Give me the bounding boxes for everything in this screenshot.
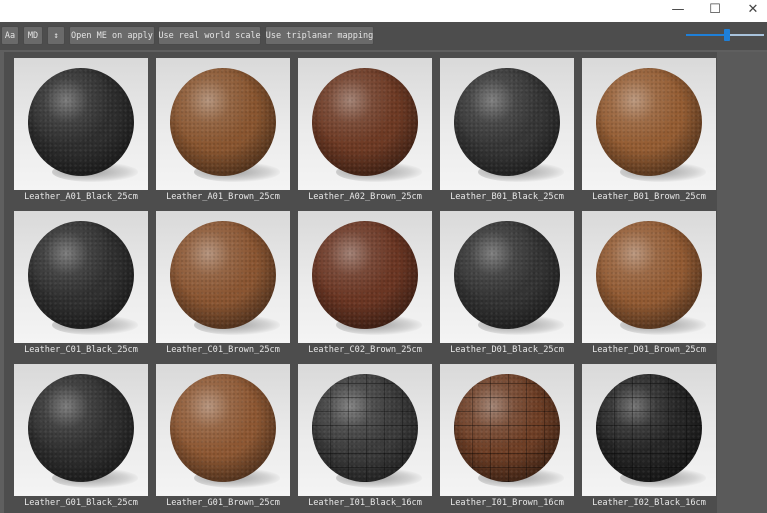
material-card[interactable]: Leather_I01_Brown_16cm xyxy=(440,364,574,509)
maximize-icon: ☐ xyxy=(709,1,721,17)
material-name: Leather_B01_Brown_25cm xyxy=(592,192,706,202)
material-card[interactable]: Leather_C02_Brown_25cm xyxy=(298,211,432,356)
material-sphere xyxy=(312,221,418,329)
open-me-on-apply-button[interactable]: Open ME on apply xyxy=(69,26,155,45)
material-thumbnail[interactable] xyxy=(582,58,716,190)
material-card[interactable]: Leather_I01_Black_16cm xyxy=(298,364,432,509)
material-sphere xyxy=(596,221,702,329)
material-sphere xyxy=(454,221,560,329)
material-card[interactable]: Leather_G01_Brown_25cm xyxy=(156,364,290,509)
minimize-button[interactable]: — xyxy=(658,0,698,18)
material-name: Leather_G01_Brown_25cm xyxy=(166,498,280,508)
material-name: Leather_A01_Brown_25cm xyxy=(166,192,280,202)
material-thumbnail[interactable] xyxy=(582,211,716,343)
maximize-button[interactable]: ☐ xyxy=(695,0,735,18)
material-sphere xyxy=(312,374,418,482)
material-thumbnail[interactable] xyxy=(298,364,432,496)
material-card[interactable]: Leather_C01_Black_25cm xyxy=(14,211,148,356)
material-thumbnail[interactable] xyxy=(156,58,290,190)
material-thumbnail[interactable] xyxy=(582,364,716,496)
material-sphere xyxy=(312,68,418,176)
material-thumbnail[interactable] xyxy=(14,364,148,496)
material-sphere xyxy=(454,68,560,176)
material-card[interactable]: Leather_A01_Black_25cm xyxy=(14,58,148,203)
slider-handle[interactable] xyxy=(724,29,731,41)
material-thumbnail[interactable] xyxy=(298,58,432,190)
use-real-world-scale-button[interactable]: Use real world scale xyxy=(158,26,261,45)
material-name: Leather_A01_Black_25cm xyxy=(24,192,138,202)
material-sphere xyxy=(28,374,134,482)
material-name: Leather_D01_Brown_25cm xyxy=(592,345,706,355)
title-bar: — ☐ ✕ xyxy=(0,0,767,22)
material-name: Leather_C02_Brown_25cm xyxy=(308,345,422,355)
material-card[interactable]: Leather_A02_Brown_25cm xyxy=(298,58,432,203)
material-sphere xyxy=(596,68,702,176)
material-thumbnail[interactable] xyxy=(440,211,574,343)
toolbar: Aa MD ↕ Open ME on apply Use real world … xyxy=(0,22,767,50)
material-sphere xyxy=(170,374,276,482)
material-name: Leather_G01_Black_25cm xyxy=(24,498,138,508)
material-card[interactable]: Leather_G01_Black_25cm xyxy=(14,364,148,509)
material-card[interactable]: Leather_I02_Black_16cm xyxy=(582,364,716,509)
material-sphere xyxy=(454,374,560,482)
material-name: Leather_I02_Black_16cm xyxy=(592,498,706,508)
material-thumbnail[interactable] xyxy=(156,211,290,343)
material-sphere xyxy=(170,68,276,176)
material-thumbnail[interactable] xyxy=(14,58,148,190)
slider-fill xyxy=(686,34,728,36)
close-button[interactable]: ✕ xyxy=(733,0,767,18)
material-card[interactable]: Leather_A01_Brown_25cm xyxy=(156,58,290,203)
material-card[interactable]: Leather_D01_Brown_25cm xyxy=(582,211,716,356)
use-triplanar-mapping-button[interactable]: Use triplanar mapping xyxy=(265,26,374,45)
material-name: Leather_I01_Brown_16cm xyxy=(450,498,564,508)
aa-button[interactable]: Aa xyxy=(1,26,19,45)
material-thumbnail[interactable] xyxy=(440,58,574,190)
material-grid: Leather_A01_Black_25cm Leather_A01_Brown_… xyxy=(14,58,716,509)
material-sphere xyxy=(170,221,276,329)
material-thumbnail[interactable] xyxy=(14,211,148,343)
md-button[interactable]: MD xyxy=(23,26,43,45)
material-name: Leather_A02_Brown_25cm xyxy=(308,192,422,202)
material-thumbnail[interactable] xyxy=(298,211,432,343)
material-name: Leather_I01_Black_16cm xyxy=(308,498,422,508)
minimize-icon: — xyxy=(671,1,685,17)
material-card[interactable]: Leather_B01_Black_25cm xyxy=(440,58,574,203)
material-thumbnail[interactable] xyxy=(156,364,290,496)
material-card[interactable]: Leather_B01_Brown_25cm xyxy=(582,58,716,203)
material-thumbnail[interactable] xyxy=(440,364,574,496)
material-card[interactable]: Leather_D01_Black_25cm xyxy=(440,211,574,356)
material-sphere xyxy=(28,221,134,329)
material-name: Leather_B01_Black_25cm xyxy=(450,192,564,202)
sort-button[interactable]: ↕ xyxy=(47,26,65,45)
side-strip xyxy=(717,52,767,513)
material-name: Leather_C01_Black_25cm xyxy=(24,345,138,355)
material-sphere xyxy=(28,68,134,176)
thumbnail-size-slider[interactable] xyxy=(686,29,764,41)
material-name: Leather_C01_Brown_25cm xyxy=(166,345,280,355)
close-icon: ✕ xyxy=(747,1,759,17)
material-name: Leather_D01_Black_25cm xyxy=(450,345,564,355)
material-sphere xyxy=(596,374,702,482)
material-card[interactable]: Leather_C01_Brown_25cm xyxy=(156,211,290,356)
